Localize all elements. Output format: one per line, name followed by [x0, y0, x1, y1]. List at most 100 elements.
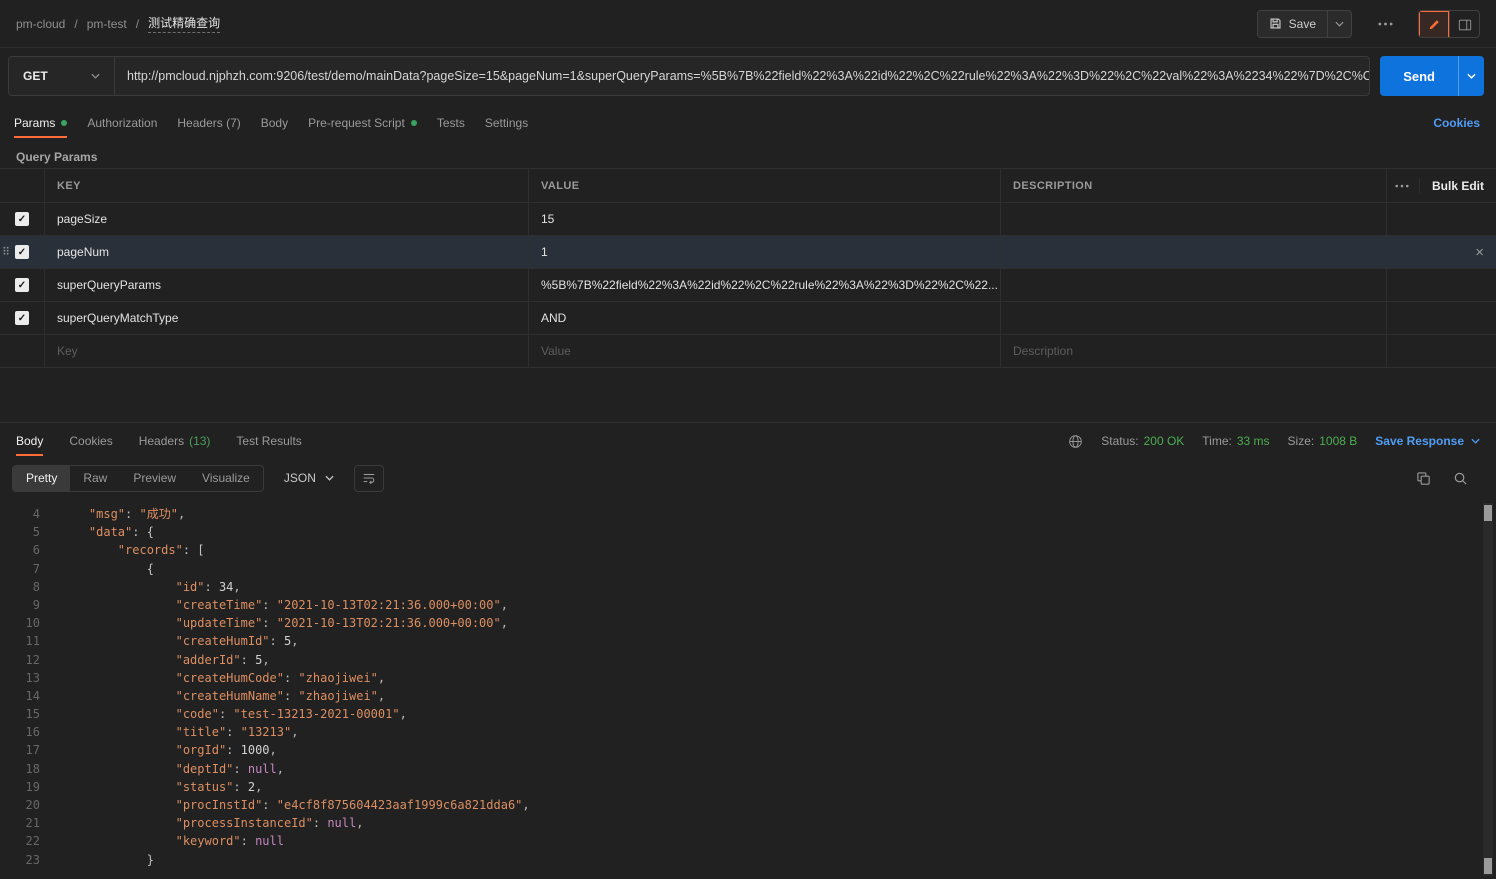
token-n: 1000 — [240, 743, 270, 758]
scrollbar-thumb[interactable] — [1484, 505, 1492, 521]
token-k: "orgId" — [175, 743, 227, 758]
send-options-button[interactable] — [1458, 56, 1484, 96]
code-line: 18 "deptId": null, — [0, 760, 1496, 778]
request-builder: GET http://pmcloud.njphzh.com:9206/test/… — [0, 48, 1496, 104]
bulk-edit-button[interactable]: Bulk Edit — [1419, 178, 1484, 193]
code-line: 10 "updateTime": "2021-10-13T02:21:36.00… — [0, 614, 1496, 632]
save-button[interactable]: Save — [1258, 11, 1327, 37]
param-key-cell[interactable]: pageNum — [44, 236, 528, 268]
param-key-cell[interactable]: superQueryParams — [44, 269, 528, 301]
response-tab-body[interactable]: Body — [16, 423, 44, 459]
url-box: GET http://pmcloud.njphzh.com:9206/test/… — [8, 56, 1371, 96]
tab-authorization[interactable]: Authorization — [77, 104, 167, 142]
response-tab-headers[interactable]: Headers (13) — [139, 423, 211, 459]
token-p: : — [312, 816, 328, 831]
code-text: "createHumCode": "zhaojiwei", — [52, 669, 386, 687]
code-line: 21 "processInstanceId": null, — [0, 814, 1496, 832]
tab-pre-request-script[interactable]: Pre-request Script — [298, 104, 427, 142]
tab-settings[interactable]: Settings — [475, 104, 538, 142]
tab-tests[interactable]: Tests — [427, 104, 475, 142]
token-k: "id" — [175, 579, 205, 594]
params-header-value: VALUE — [528, 169, 1000, 202]
token-p: , — [522, 798, 530, 812]
drag-handle-icon[interactable]: ⠿ — [2, 246, 10, 259]
line-number: 4 — [32, 507, 40, 521]
param-checkbox-cell: ⠿ ✓ — [0, 236, 44, 268]
param-checkbox[interactable]: ✓ — [15, 278, 29, 292]
token-k: "data" — [88, 525, 133, 540]
more-options-icon — [1377, 22, 1393, 26]
param-description-cell[interactable] — [1000, 236, 1386, 268]
response-tab-cookies[interactable]: Cookies — [69, 423, 112, 459]
param-value-cell[interactable]: Value — [528, 335, 1000, 367]
token-p: , — [262, 652, 270, 667]
response-tools — [1416, 471, 1484, 486]
scrollbar[interactable] — [1483, 503, 1493, 876]
code-text: "deptId": null, — [52, 760, 284, 778]
param-description-cell[interactable] — [1000, 269, 1386, 301]
param-checkbox-cell: ✓ — [0, 302, 44, 334]
view-tab-preview[interactable]: Preview — [120, 466, 189, 491]
send-button[interactable]: Send — [1380, 56, 1458, 96]
layout-toggle-button[interactable] — [1449, 10, 1479, 37]
param-key-cell[interactable]: pageSize — [44, 203, 528, 235]
response-meta: Status: 200 OK Time: 33 ms Size: 1008 B … — [1068, 434, 1480, 449]
breadcrumb-item-request-name[interactable]: 测试精确查询 — [148, 14, 221, 33]
token-p: , — [377, 670, 386, 685]
param-key-cell[interactable]: Key — [44, 335, 528, 367]
tab-body[interactable]: Body — [251, 104, 298, 142]
token-p: : — [283, 688, 299, 703]
param-description-cell[interactable]: Description — [1000, 335, 1386, 367]
params-header-description: DESCRIPTION — [1000, 169, 1386, 202]
param-checkbox[interactable]: ✓ — [15, 311, 29, 325]
scrollbar-thumb[interactable] — [1484, 858, 1492, 874]
url-input[interactable]: http://pmcloud.njphzh.com:9206/test/demo… — [115, 57, 1369, 95]
breadcrumb-item-workspace[interactable]: pm-cloud — [16, 17, 65, 31]
code-line: 8 "id": 34, — [0, 578, 1496, 596]
time-label: Time: — [1202, 434, 1232, 448]
more-options-button[interactable] — [1370, 10, 1400, 38]
line-number: 18 — [25, 761, 40, 776]
response-body-viewer[interactable]: 4 "msg": "成功", 5 "data": {6 "records": [7… — [0, 497, 1496, 879]
view-tab-visualize[interactable]: Visualize — [189, 466, 263, 491]
save-options-button[interactable] — [1327, 10, 1351, 37]
token-n: 34 — [218, 579, 234, 594]
tab-params[interactable]: Params — [4, 104, 77, 142]
param-checkbox[interactable]: ✓ — [15, 212, 29, 226]
param-actions-cell — [1386, 269, 1496, 301]
param-value-cell[interactable]: %5B%7B%22field%22%3A%22id%22%2C%22rule%2… — [528, 269, 1000, 301]
status-label: Status: — [1101, 434, 1139, 448]
chevron-down-icon — [91, 73, 100, 79]
cookies-link[interactable]: Cookies — [1433, 116, 1480, 130]
param-value-cell[interactable]: 15 — [528, 203, 1000, 235]
wrap-text-button[interactable] — [353, 464, 384, 492]
params-more-options-button[interactable] — [1395, 184, 1409, 188]
param-value-cell[interactable]: AND — [528, 302, 1000, 334]
response-tab-test-results[interactable]: Test Results — [236, 423, 301, 459]
token-s: "13213" — [240, 725, 292, 740]
tab-headers-7[interactable]: Headers (7) — [167, 104, 250, 142]
format-dropdown[interactable]: JSON — [276, 465, 342, 492]
view-tab-pretty[interactable]: Pretty — [13, 465, 71, 491]
edit-request-button[interactable] — [1419, 10, 1449, 37]
param-description-cell[interactable] — [1000, 302, 1386, 334]
param-key-cell[interactable]: superQueryMatchType — [44, 302, 528, 334]
token-k: "deptId" — [175, 761, 234, 776]
params-table: KEY VALUE DESCRIPTION Bulk Edit ✓ pageSiz… — [0, 168, 1496, 368]
method-selector[interactable]: GET — [9, 57, 115, 95]
close-icon[interactable]: × — [1475, 245, 1484, 260]
token-p: , — [500, 597, 508, 612]
token-s: "test-13213-2021-00001" — [233, 707, 400, 722]
search-button[interactable] — [1453, 471, 1468, 486]
copy-button[interactable] — [1416, 471, 1431, 486]
param-checkbox[interactable]: ✓ — [15, 245, 29, 259]
token-p: : — [262, 597, 277, 612]
view-tab-raw[interactable]: Raw — [70, 466, 120, 491]
save-response-button[interactable]: Save Response — [1375, 434, 1480, 448]
time-badge: Time: 33 ms — [1202, 434, 1269, 448]
network-globe-icon[interactable] — [1068, 434, 1083, 449]
layout-panel-icon — [1458, 18, 1472, 32]
breadcrumb-item-collection[interactable]: pm-test — [87, 17, 127, 31]
param-value-cell[interactable]: 1 — [528, 236, 1000, 268]
param-description-cell[interactable] — [1000, 203, 1386, 235]
